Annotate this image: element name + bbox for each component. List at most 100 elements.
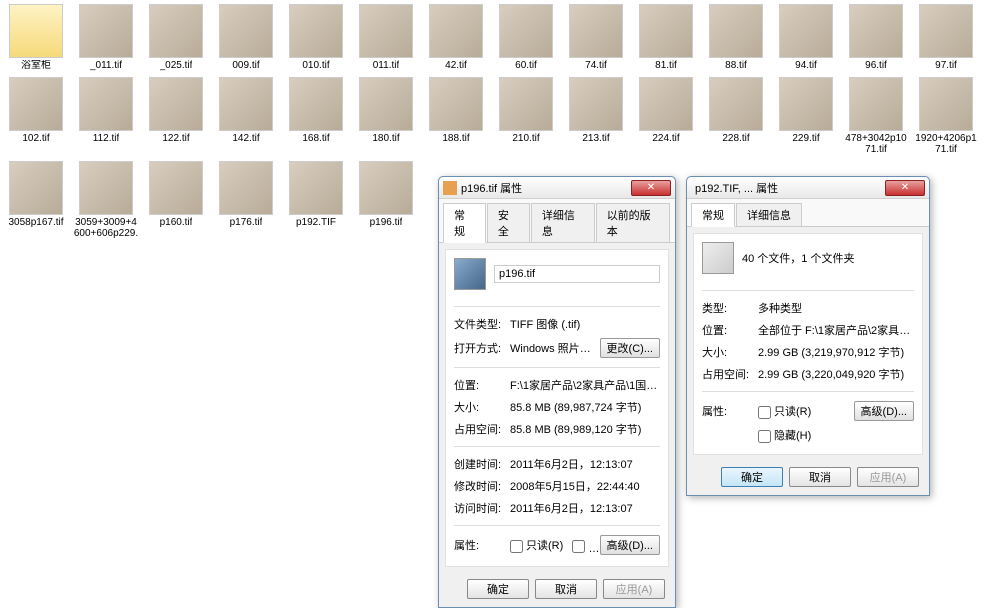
file-item[interactable]: 188.tif	[422, 75, 490, 157]
file-item[interactable]: p176.tif	[212, 159, 280, 241]
file-item[interactable]: 122.tif	[142, 75, 210, 157]
label-location: 位置:	[702, 322, 758, 338]
value-created: 2011年6月2日，12:13:07	[510, 456, 660, 472]
tabs: 常规 详细信息	[687, 199, 929, 227]
file-item[interactable]: 74.tif	[562, 2, 630, 73]
file-item[interactable]: _025.tif	[142, 2, 210, 73]
file-item[interactable]: 180.tif	[352, 75, 420, 157]
dialog-titlebar[interactable]: p196.tif 属性 ✕	[439, 177, 675, 199]
label-disksize: 占用空间:	[454, 421, 510, 437]
file-item[interactable]: 224.tif	[632, 75, 700, 157]
file-label: p160.tif	[160, 217, 193, 228]
file-icon	[443, 181, 457, 195]
file-label: 122.tif	[162, 133, 189, 144]
file-item[interactable]: 102.tif	[2, 75, 70, 157]
close-button[interactable]: ✕	[631, 180, 671, 196]
readonly-checkbox[interactable]	[510, 540, 523, 553]
properties-dialog-multi: p192.TIF, ... 属性 ✕ 常规 详细信息 40 个文件，1 个文件夹…	[686, 176, 930, 496]
tab-details[interactable]: 详细信息	[736, 203, 802, 226]
cancel-button[interactable]: 取消	[535, 579, 597, 599]
file-item[interactable]: 3059+3009+4600+606p229.tif	[72, 159, 140, 241]
tab-general[interactable]: 常规	[691, 203, 735, 227]
file-item[interactable]: 42.tif	[422, 2, 490, 73]
file-item[interactable]: 1920+4206p171.tif	[912, 75, 980, 157]
hidden-label: 隐藏(H)	[774, 430, 811, 442]
image-thumbnail	[9, 77, 63, 131]
dialog-titlebar[interactable]: p192.TIF, ... 属性 ✕	[687, 177, 929, 199]
file-item[interactable]: 112.tif	[72, 75, 140, 157]
image-thumbnail	[359, 77, 413, 131]
apply-button[interactable]: 应用(A)	[857, 467, 919, 487]
file-item[interactable]: 229.tif	[772, 75, 840, 157]
image-thumbnail	[709, 77, 763, 131]
file-item[interactable]: 97.tif	[912, 2, 980, 73]
file-label: p192.TIF	[296, 217, 336, 228]
multi-summary: 40 个文件，1 个文件夹	[742, 250, 854, 266]
label-modified: 修改时间:	[454, 478, 510, 494]
file-item[interactable]: 009.tif	[212, 2, 280, 73]
filename-input[interactable]	[494, 265, 660, 283]
label-size: 大小:	[454, 399, 510, 415]
file-label: 011.tif	[373, 60, 400, 71]
file-item[interactable]: 010.tif	[282, 2, 350, 73]
file-label: 188.tif	[442, 133, 469, 144]
file-label: 009.tif	[232, 60, 259, 71]
file-label: 478+3042p1071.tif	[843, 133, 909, 155]
value-disksize: 2.99 GB (3,220,049,920 字节)	[758, 366, 914, 382]
apply-button[interactable]: 应用(A)	[603, 579, 665, 599]
file-item[interactable]: 96.tif	[842, 2, 910, 73]
tab-previous[interactable]: 以前的版本	[596, 203, 670, 242]
image-thumbnail	[709, 4, 763, 58]
file-item[interactable]: p196.tif	[352, 159, 420, 241]
folder-item[interactable]: 浴室柜	[2, 2, 70, 73]
file-item[interactable]: p192.TIF	[282, 159, 350, 241]
tab-security[interactable]: 安全	[487, 203, 530, 242]
file-item[interactable]: 210.tif	[492, 75, 560, 157]
file-item[interactable]: 81.tif	[632, 2, 700, 73]
file-label: 1920+4206p171.tif	[913, 133, 979, 155]
file-item[interactable]: 88.tif	[702, 2, 770, 73]
file-label: 3058p167.tif	[8, 217, 63, 228]
file-item[interactable]: 142.tif	[212, 75, 280, 157]
ok-button[interactable]: 确定	[721, 467, 783, 487]
cancel-button[interactable]: 取消	[789, 467, 851, 487]
file-label: 81.tif	[655, 60, 677, 71]
tab-details[interactable]: 详细信息	[531, 203, 595, 242]
file-label: 42.tif	[445, 60, 467, 71]
advanced-button[interactable]: 高级(D)...	[854, 401, 914, 421]
close-button[interactable]: ✕	[885, 180, 925, 196]
file-item[interactable]: 213.tif	[562, 75, 630, 157]
image-thumbnail	[779, 77, 833, 131]
file-item[interactable]: 168.tif	[282, 75, 350, 157]
file-item[interactable]: 60.tif	[492, 2, 560, 73]
image-thumbnail	[149, 4, 203, 58]
hidden-checkbox[interactable]	[758, 430, 771, 443]
image-thumbnail	[429, 77, 483, 131]
file-type-icon	[454, 258, 486, 290]
label-disksize: 占用空间:	[702, 366, 758, 382]
image-thumbnail	[149, 161, 203, 215]
file-item[interactable]: 228.tif	[702, 75, 770, 157]
readonly-checkbox[interactable]	[758, 406, 771, 419]
change-button[interactable]: 更改(C)...	[600, 338, 660, 358]
image-thumbnail	[359, 4, 413, 58]
image-thumbnail	[919, 4, 973, 58]
hidden-checkbox[interactable]	[572, 540, 585, 553]
file-item[interactable]: 94.tif	[772, 2, 840, 73]
advanced-button[interactable]: 高级(D)...	[600, 535, 660, 555]
ok-button[interactable]: 确定	[467, 579, 529, 599]
dialog-title: p196.tif 属性	[461, 180, 631, 196]
file-item[interactable]: _011.tif	[72, 2, 140, 73]
value-openwith: Windows 照片查看器	[510, 340, 600, 356]
file-label: 180.tif	[372, 133, 399, 144]
file-label: _011.tif	[90, 60, 122, 71]
file-item[interactable]: p160.tif	[142, 159, 210, 241]
dialog-footer: 确定 取消 应用(A)	[687, 461, 929, 495]
dialog-body: 文件类型:TIFF 图像 (.tif) 打开方式:Windows 照片查看器更改…	[445, 249, 669, 567]
file-label: 010.tif	[302, 60, 329, 71]
file-item[interactable]: 478+3042p1071.tif	[842, 75, 910, 157]
tab-general[interactable]: 常规	[443, 203, 486, 243]
file-item[interactable]: 3058p167.tif	[2, 159, 70, 241]
file-item[interactable]: 011.tif	[352, 2, 420, 73]
image-thumbnail	[429, 4, 483, 58]
